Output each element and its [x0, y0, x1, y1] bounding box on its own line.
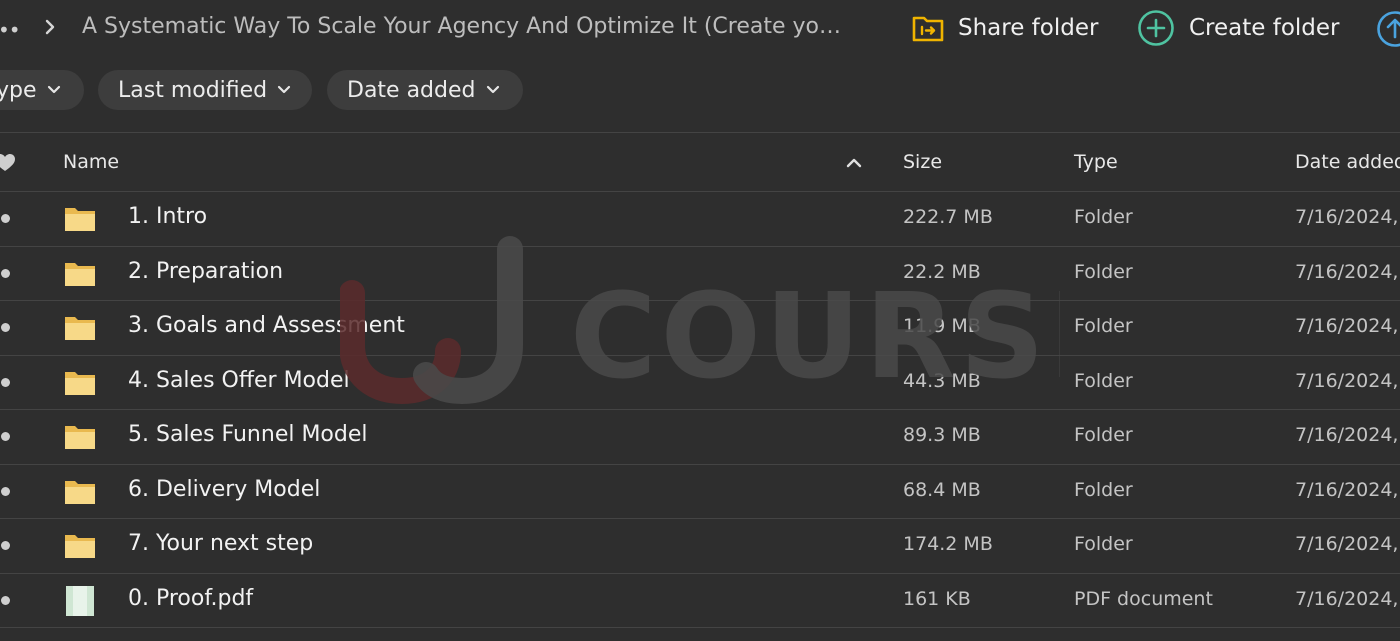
- date-added-filter-label: Date added: [347, 77, 476, 103]
- file-browser: •• A Systematic Way To Scale Your Agency…: [0, 0, 1400, 641]
- row-type: Folder: [1074, 260, 1133, 283]
- row-name: 6. Delivery Model: [128, 476, 321, 502]
- breadcrumb-current-folder[interactable]: A Systematic Way To Scale Your Agency An…: [82, 14, 852, 39]
- folder-icon: [65, 317, 95, 340]
- type-filter-chip[interactable]: ype: [0, 70, 84, 110]
- column-header-type[interactable]: Type: [1074, 151, 1118, 173]
- chevron-down-icon: [47, 85, 60, 94]
- column-header-date-added[interactable]: Date added: [1295, 151, 1400, 173]
- row-select-dot[interactable]: [1, 541, 10, 550]
- row-size: 161 KB: [903, 587, 971, 610]
- row-type: Folder: [1074, 315, 1133, 337]
- breadcrumb-overflow-button[interactable]: ••: [0, 18, 21, 42]
- column-header-size[interactable]: Size: [903, 151, 942, 173]
- sort-ascending-icon[interactable]: [846, 157, 862, 169]
- table-row[interactable]: 0. Proof.pdf 161 KB PDF document 7/16/2024,: [0, 574, 1400, 628]
- chevron-right-icon: [45, 19, 55, 35]
- last-modified-filter-label: Last modified: [118, 77, 268, 103]
- row-select-dot[interactable]: [1, 268, 10, 278]
- folder-icon: [65, 426, 95, 449]
- row-name: 4. Sales Offer Model: [128, 367, 350, 393]
- row-type: Folder: [1074, 424, 1133, 446]
- create-folder-button[interactable]: Create folder: [1137, 10, 1340, 46]
- row-size: 174.2 MB: [903, 533, 993, 555]
- top-bar: •• A Systematic Way To Scale Your Agency…: [0, 0, 1400, 56]
- row-date-added: 7/16/2024,: [1295, 478, 1399, 501]
- create-folder-label: Create folder: [1189, 15, 1340, 41]
- last-modified-filter-chip[interactable]: Last modified: [98, 70, 312, 110]
- chevron-down-icon: [486, 85, 499, 94]
- row-size: 222.7 MB: [903, 206, 993, 228]
- row-select-dot[interactable]: [1, 323, 10, 332]
- row-name: 3. Goals and Assessment: [128, 313, 405, 338]
- row-type: Folder: [1074, 369, 1133, 392]
- row-select-dot[interactable]: [1, 214, 10, 223]
- row-size: 89.3 MB: [903, 424, 981, 446]
- row-size: 44.3 MB: [903, 369, 981, 392]
- table-header: Name Size Type Date added: [0, 132, 1400, 192]
- row-name: 0. Proof.pdf: [128, 585, 254, 611]
- upload-icon[interactable]: [1376, 10, 1400, 48]
- row-type: PDF document: [1074, 587, 1213, 610]
- table-row[interactable]: 1. Intro 222.7 MB Folder 7/16/2024,: [0, 192, 1400, 247]
- row-date-added: 7/16/2024,: [1295, 260, 1399, 283]
- folder-icon: [65, 371, 95, 395]
- plus-circle-icon: [1138, 10, 1174, 46]
- table-row[interactable]: 5. Sales Funnel Model 89.3 MB Folder 7/16/2…: [0, 410, 1400, 465]
- share-folder-button[interactable]: Share folder: [912, 10, 1098, 46]
- file-table: Name Size Type Date added 1. Intro 222.7 …: [0, 132, 1400, 628]
- row-type: Folder: [1074, 478, 1133, 501]
- table-row[interactable]: 7. Your next step 174.2 MB Folder 7/16/2024…: [0, 519, 1400, 574]
- row-name: 7. Your next step: [128, 531, 314, 556]
- row-select-dot[interactable]: [1, 595, 10, 605]
- row-name: 2. Preparation: [128, 258, 284, 284]
- row-select-dot[interactable]: [1, 432, 10, 441]
- heart-icon[interactable]: [0, 153, 16, 173]
- row-type: Folder: [1074, 206, 1133, 228]
- row-size: 68.4 MB: [903, 478, 981, 501]
- pdf-file-icon: [66, 585, 94, 616]
- column-header-name[interactable]: Name: [63, 151, 119, 173]
- type-filter-label: ype: [0, 77, 37, 103]
- folder-icon: [65, 262, 95, 286]
- chevron-down-icon: [278, 85, 291, 94]
- table-row[interactable]: 2. Preparation 22.2 MB Folder 7/16/2024,: [0, 247, 1400, 301]
- row-select-dot[interactable]: [1, 377, 10, 387]
- table-row[interactable]: 3. Goals and Assessment 11.9 MB Folder 7/16…: [0, 301, 1400, 356]
- table-body: 1. Intro 222.7 MB Folder 7/16/2024, 2. Prepa…: [0, 192, 1400, 628]
- row-size: 22.2 MB: [903, 260, 981, 283]
- share-folder-label: Share folder: [958, 15, 1099, 41]
- row-select-dot[interactable]: [1, 486, 10, 496]
- folder-icon: [65, 535, 95, 558]
- share-folder-icon: [912, 16, 944, 42]
- row-date-added: 7/16/2024,: [1295, 533, 1399, 555]
- row-type: Folder: [1074, 533, 1133, 555]
- row-name: 5. Sales Funnel Model: [128, 422, 368, 447]
- date-added-filter-chip[interactable]: Date added: [327, 70, 523, 110]
- row-date-added: 7/16/2024,: [1295, 206, 1399, 228]
- row-date-added: 7/16/2024,: [1295, 315, 1399, 337]
- table-row[interactable]: 6. Delivery Model 68.4 MB Folder 7/16/2024,: [0, 465, 1400, 519]
- row-name: 1. Intro: [128, 204, 208, 229]
- row-date-added: 7/16/2024,: [1295, 587, 1399, 610]
- folder-icon: [65, 480, 95, 504]
- table-row[interactable]: 4. Sales Offer Model 44.3 MB Folder 7/16/20…: [0, 356, 1400, 410]
- row-date-added: 7/16/2024,: [1295, 369, 1399, 392]
- row-date-added: 7/16/2024,: [1295, 424, 1399, 446]
- row-size: 11.9 MB: [903, 315, 981, 337]
- folder-icon: [65, 208, 95, 231]
